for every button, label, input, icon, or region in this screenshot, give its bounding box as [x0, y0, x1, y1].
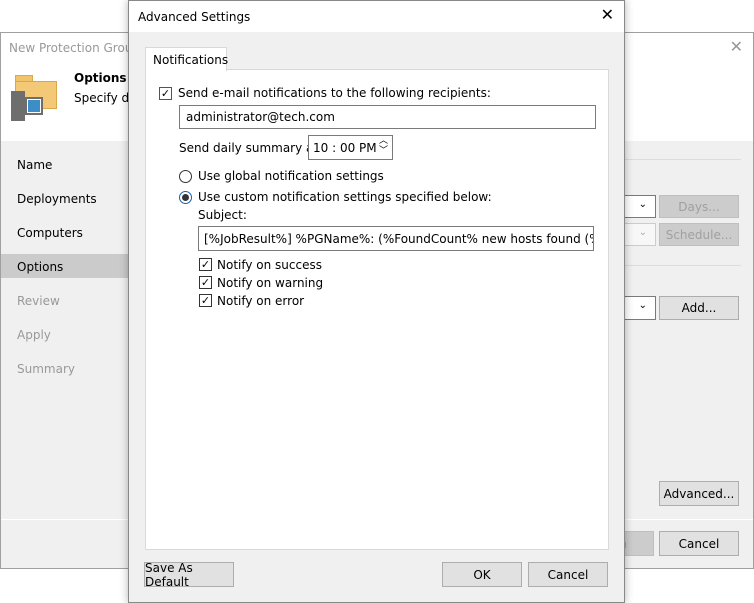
save-as-default-button[interactable]: Save As Default — [144, 561, 234, 589]
nav-options[interactable]: Options — [17, 260, 63, 274]
global-settings-label: Use global notification settings — [198, 169, 384, 183]
add-button[interactable]: Add... — [659, 296, 739, 320]
close-icon[interactable]: ✕ — [730, 37, 743, 56]
daily-summary-time-input[interactable]: 10 : 00 PM ︿ ﹀ — [308, 135, 393, 160]
notify-success-label: Notify on success — [217, 258, 322, 272]
dropdown-2: ⌄ — [620, 223, 656, 246]
time-value: 10 : 00 PM — [313, 141, 377, 155]
folder-computer-icon — [11, 75, 57, 121]
recipients-input[interactable]: administrator@tech.com — [179, 105, 596, 129]
header-title: Options — [74, 71, 127, 85]
dialog-cancel-button[interactable]: Cancel — [528, 562, 608, 587]
notify-warning-checkbox[interactable]: ✓ — [199, 276, 212, 289]
notify-error-checkbox[interactable]: ✓ — [199, 294, 212, 307]
notify-warning-label: Notify on warning — [217, 276, 324, 290]
days-button: Days... — [659, 195, 739, 218]
advanced-button[interactable]: Advanced... — [659, 481, 739, 506]
window-title: New Protection Group — [9, 41, 141, 55]
schedule-button: Schedule... — [659, 223, 739, 246]
nav-summary: Summary — [17, 362, 75, 376]
close-icon[interactable]: ✕ — [601, 5, 614, 24]
notify-success-checkbox[interactable]: ✓ — [199, 258, 212, 271]
spinner-icon[interactable]: ︿ ﹀ — [379, 136, 388, 156]
dropdown-3[interactable]: ⌄ — [620, 296, 656, 320]
nav-computers[interactable]: Computers — [17, 226, 83, 240]
notify-error-label: Notify on error — [217, 294, 305, 308]
subject-label: Subject: — [198, 208, 247, 222]
custom-settings-radio[interactable] — [179, 191, 192, 204]
ok-button[interactable]: OK — [442, 562, 522, 587]
tab-notifications[interactable]: Notifications — [145, 47, 228, 71]
nav-review: Review — [17, 294, 60, 308]
send-email-label: Send e-mail notifications to the followi… — [178, 86, 491, 100]
custom-settings-label: Use custom notification settings specifi… — [198, 190, 492, 204]
dialog-title: Advanced Settings — [138, 10, 251, 24]
dropdown-1[interactable]: ⌄ — [620, 195, 656, 218]
nav-apply: Apply — [17, 328, 51, 342]
cancel-button[interactable]: Cancel — [659, 531, 739, 556]
nav-deployments[interactable]: Deployments — [17, 192, 97, 206]
global-settings-radio[interactable] — [179, 170, 192, 183]
subject-input[interactable]: [%JobResult%] %PGName%: (%FoundCount% ne… — [198, 226, 594, 251]
nav-name[interactable]: Name — [17, 158, 52, 172]
send-email-checkbox[interactable]: ✓ — [159, 87, 172, 100]
daily-summary-label: Send daily summary at: — [179, 141, 323, 155]
